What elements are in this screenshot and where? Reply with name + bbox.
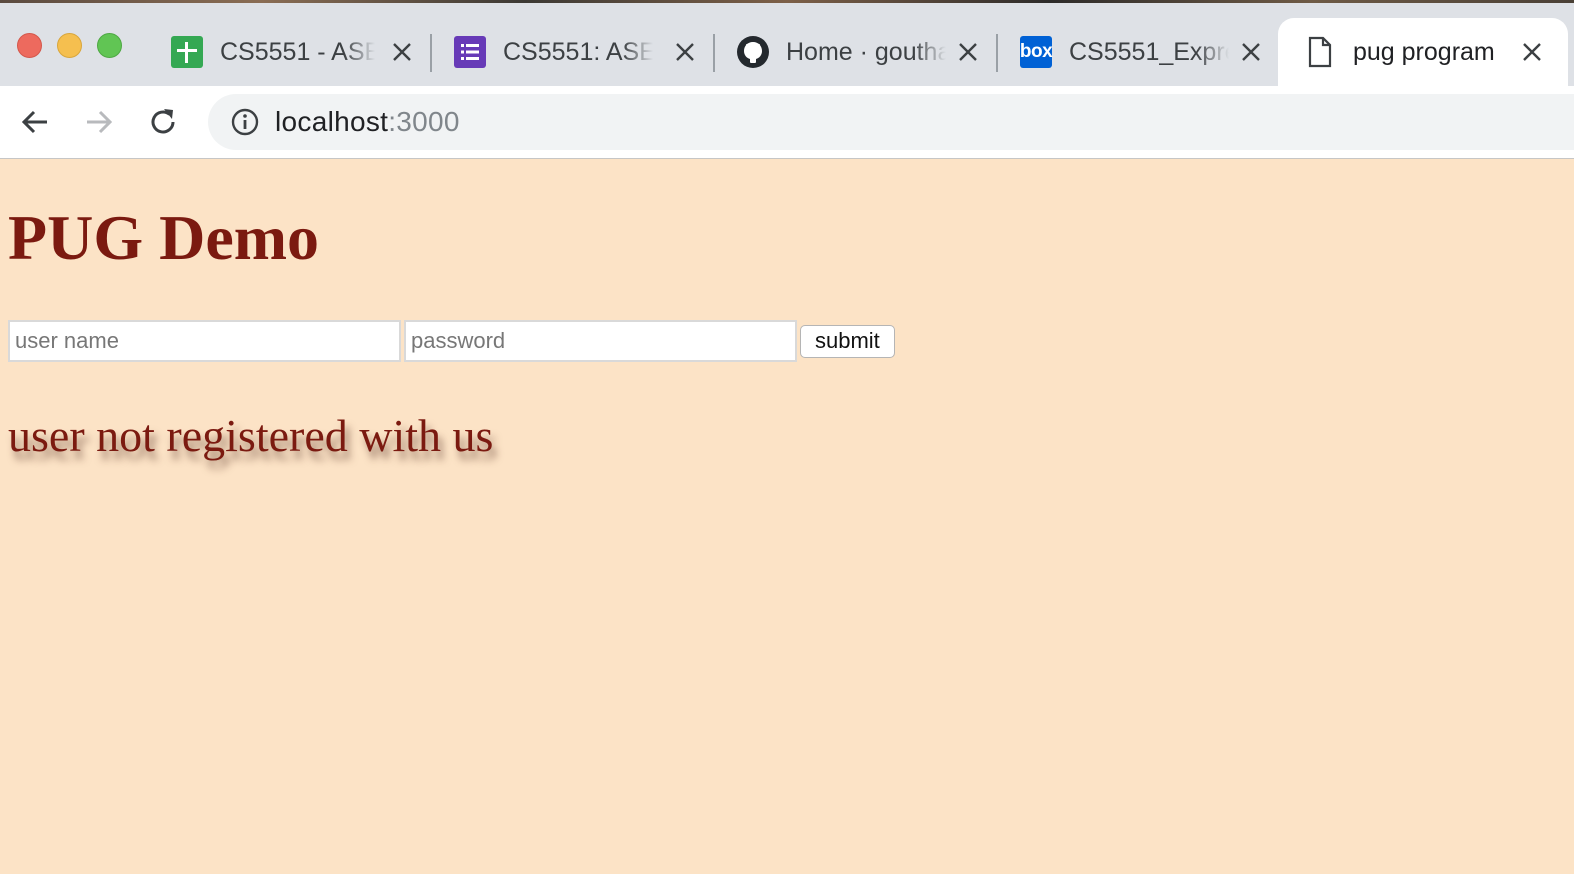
password-input[interactable] — [404, 320, 797, 362]
close-window-button[interactable] — [17, 33, 42, 58]
tab-github[interactable]: Home · goutham — [737, 18, 987, 86]
tab-separator — [430, 34, 432, 72]
reload-icon[interactable] — [145, 104, 181, 140]
url-text: localhost:3000 — [275, 106, 460, 138]
tab-separator — [713, 34, 715, 72]
desktop-wallpaper-edge — [0, 0, 1574, 3]
box-icon-text: box — [1019, 41, 1053, 62]
url-port: :3000 — [388, 106, 460, 137]
browser-toolbar: localhost:3000 — [0, 86, 1574, 159]
close-tab-icon[interactable] — [1519, 39, 1545, 65]
tab-forms[interactable]: CS5551: ASE — [454, 18, 704, 86]
submit-button[interactable]: submit — [800, 324, 895, 358]
close-tab-icon[interactable] — [955, 39, 981, 65]
box-icon: box — [1019, 36, 1053, 68]
github-icon — [737, 36, 769, 68]
tab-separator — [996, 34, 998, 72]
tab-box[interactable]: box CS5551_Express — [1020, 18, 1270, 86]
google-forms-icon — [454, 36, 486, 68]
maximize-window-button[interactable] — [97, 33, 122, 58]
minimize-window-button[interactable] — [57, 33, 82, 58]
forward-arrow-icon[interactable] — [81, 104, 117, 140]
tab-pug-program[interactable]: pug program — [1278, 18, 1568, 86]
username-input[interactable] — [8, 320, 401, 362]
back-arrow-icon[interactable] — [17, 104, 53, 140]
page-content: PUG Demo submit user not registered with… — [0, 159, 1574, 874]
address-bar[interactable]: localhost:3000 — [208, 94, 1574, 150]
close-tab-icon[interactable] — [389, 39, 415, 65]
tab-title: CS5551 - ASE — [220, 37, 375, 66]
tab-title: Home · goutham — [786, 37, 946, 66]
close-tab-icon[interactable] — [1238, 39, 1264, 65]
url-host: localhost — [275, 106, 389, 137]
info-icon[interactable] — [230, 107, 260, 137]
google-sheets-icon — [171, 36, 203, 68]
tab-title: CS5551: ASE — [503, 37, 653, 66]
page-title: PUG Demo — [8, 202, 320, 273]
tab-title: CS5551_Express — [1069, 37, 1229, 66]
tab-title: pug program — [1353, 37, 1495, 66]
close-tab-icon[interactable] — [672, 39, 698, 65]
document-icon — [1304, 36, 1336, 68]
tab-sheets[interactable]: CS5551 - ASE — [171, 18, 421, 86]
login-form: submit — [8, 320, 895, 362]
tab-strip: CS5551 - ASE CS5551: ASE Home · goutha b… — [0, 0, 1574, 86]
status-message: user not registered with us — [8, 410, 494, 461]
